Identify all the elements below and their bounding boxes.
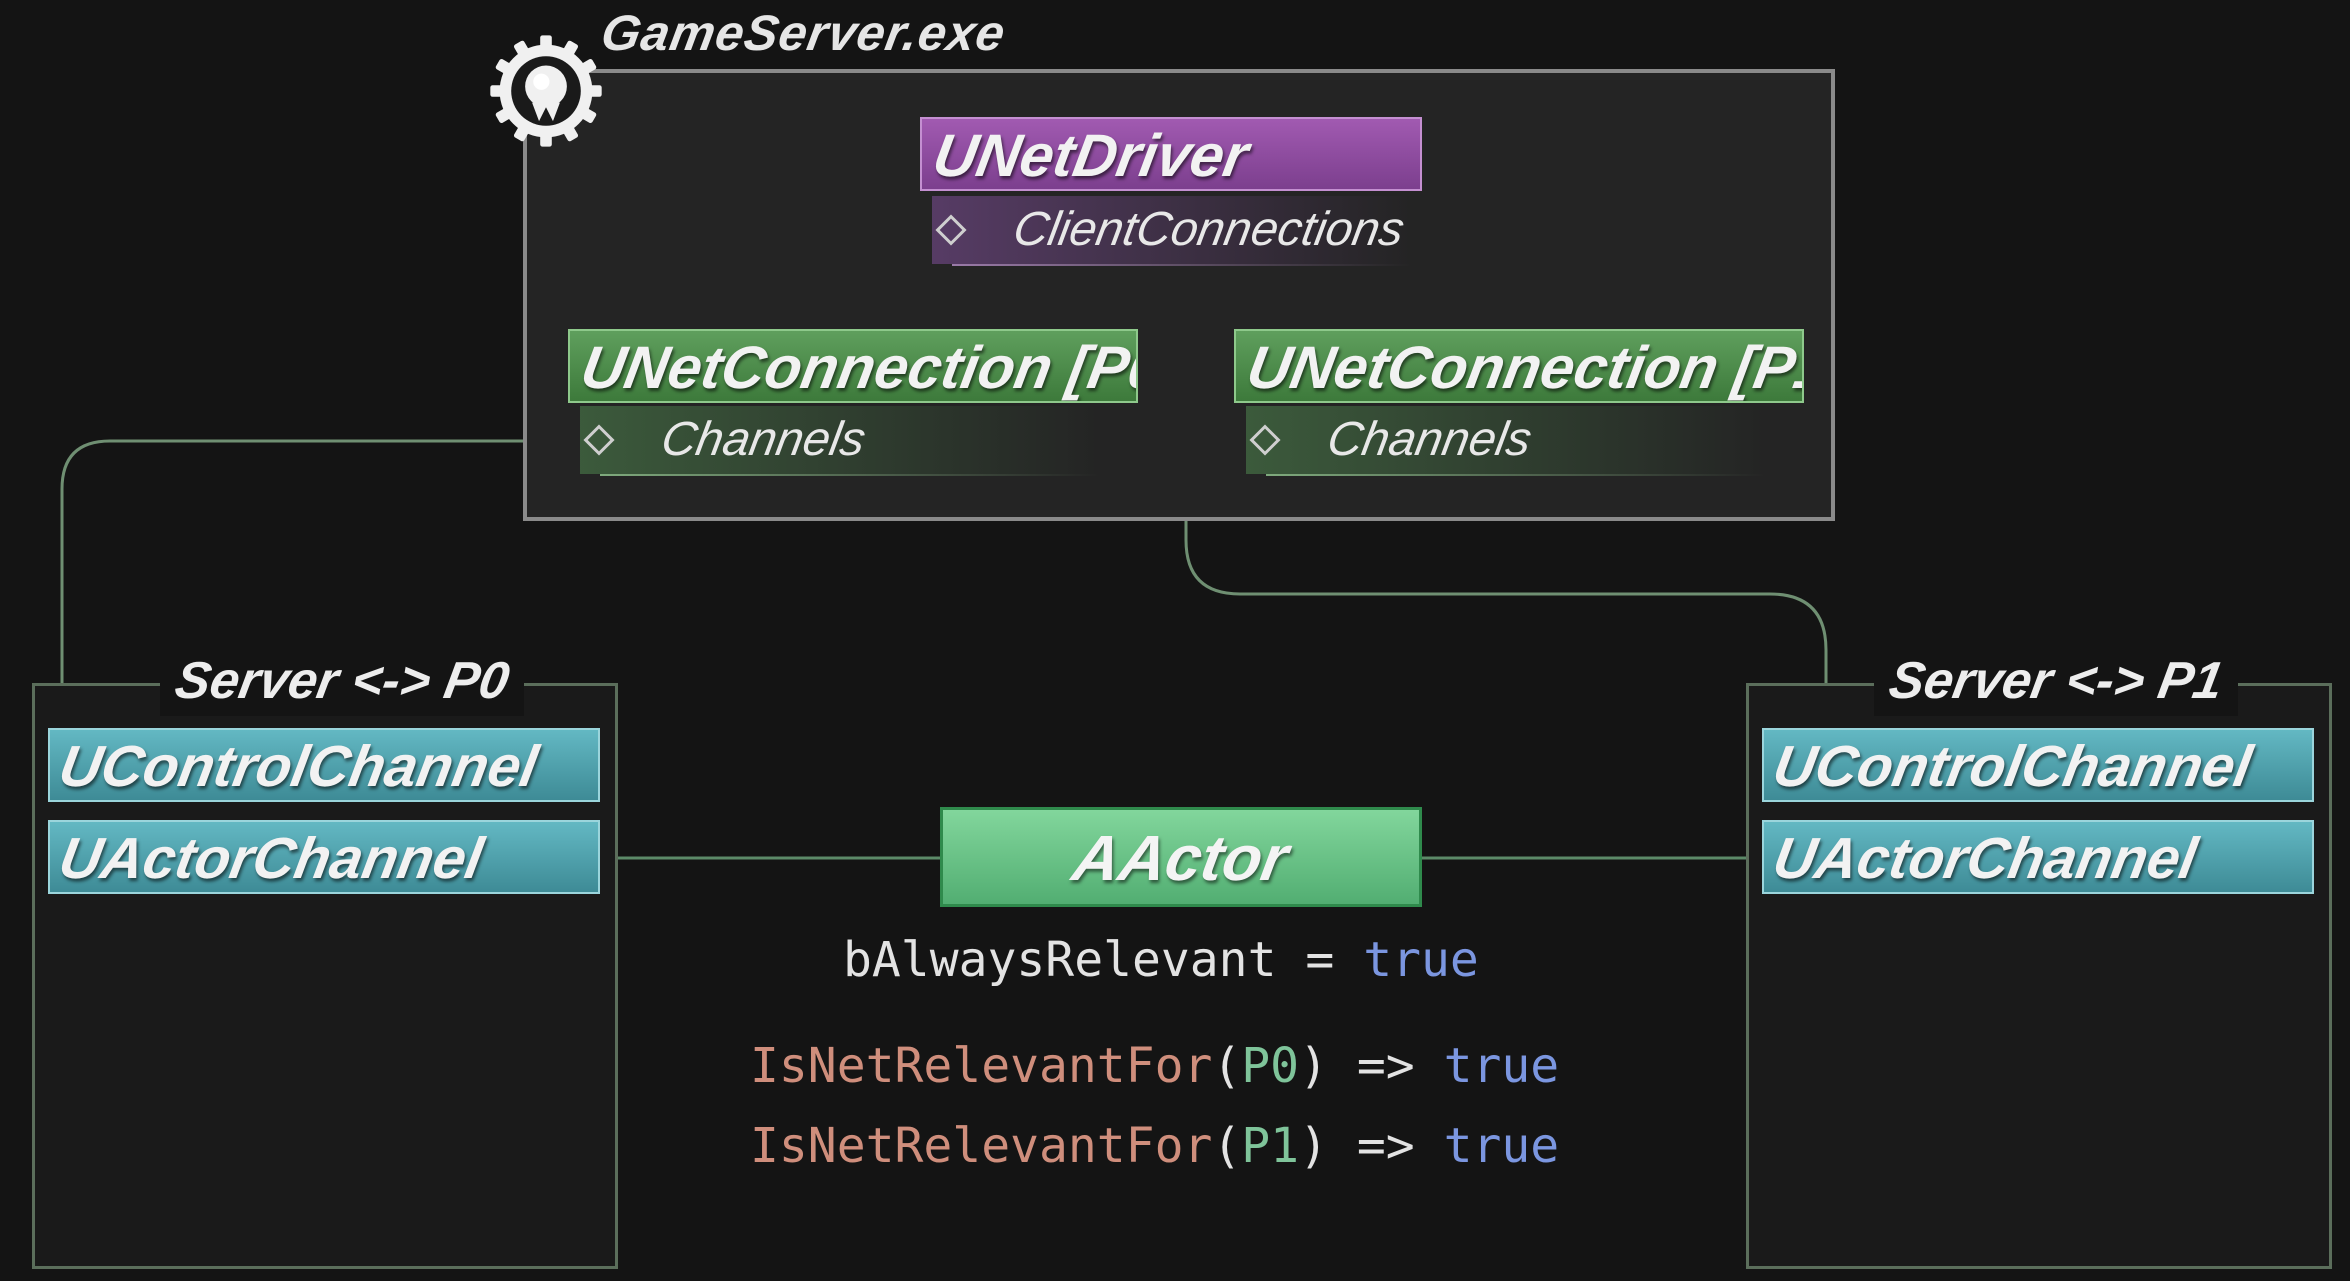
code-paren-close: ) bbox=[1299, 1038, 1328, 1094]
channels-p0-underline bbox=[600, 474, 1100, 476]
net-connection-p0-node[interactable]: UNetConnection [P0] bbox=[568, 329, 1138, 403]
client-connections-pin[interactable]: ClientConnections bbox=[932, 196, 1412, 264]
code-paren-open: ( bbox=[1212, 1118, 1242, 1174]
code-function: IsNetRelevantFor bbox=[750, 1118, 1213, 1174]
channels-pin-p1[interactable]: Channels bbox=[1246, 406, 1766, 474]
server-title: GameServer.exe bbox=[597, 0, 1010, 66]
p1-actor-channel-label: UActorChannel bbox=[1768, 826, 2202, 891]
code-argument: P1 bbox=[1241, 1118, 1300, 1174]
p0-actor-channel-label: UActorChannel bbox=[54, 826, 488, 891]
actor-title: AActor bbox=[1067, 822, 1295, 894]
net-driver-node[interactable]: UNetDriver bbox=[920, 117, 1422, 191]
code-variable: bAlwaysRelevant bbox=[843, 932, 1277, 988]
channels-p0-label: Channels bbox=[657, 413, 870, 466]
code-paren-close: ) bbox=[1299, 1118, 1328, 1174]
net-driver-title: UNetDriver bbox=[928, 122, 1254, 189]
channels-pin-p0[interactable]: Channels bbox=[580, 406, 1100, 474]
code-keyword: true bbox=[1443, 1038, 1560, 1094]
net-connection-p0-title: UNetConnection [P0] bbox=[576, 334, 1138, 401]
net-connection-p1-node[interactable]: UNetConnection [P1] bbox=[1234, 329, 1804, 403]
server-title-text: GameServer.exe bbox=[597, 5, 1011, 61]
code-arrow: => bbox=[1327, 1038, 1444, 1094]
server-p1-panel-title: Server <-> P1 bbox=[1874, 646, 2239, 716]
code-operator: = bbox=[1276, 932, 1364, 988]
code-line-relevant-p0: IsNetRelevantFor(P0) => true bbox=[750, 1034, 1559, 1098]
code-keyword: true bbox=[1363, 932, 1479, 988]
code-keyword: true bbox=[1443, 1118, 1560, 1174]
net-connection-p1-title: UNetConnection [P1] bbox=[1242, 334, 1804, 401]
client-connections-label: ClientConnections bbox=[1009, 203, 1409, 256]
actor-node[interactable]: AActor bbox=[940, 807, 1422, 907]
server-p1-title-text: Server <-> P1 bbox=[1884, 652, 2228, 710]
channels-p1-label: Channels bbox=[1323, 413, 1536, 466]
gear-badge-icon bbox=[490, 35, 602, 147]
code-function: IsNetRelevantFor bbox=[750, 1038, 1213, 1094]
channels-p1-underline bbox=[1266, 474, 1766, 476]
p1-control-channel[interactable]: UControlChannel bbox=[1762, 728, 2314, 802]
p0-control-channel-label: UControlChannel bbox=[54, 734, 543, 799]
code-paren-open: ( bbox=[1212, 1038, 1242, 1094]
p0-control-channel[interactable]: UControlChannel bbox=[48, 728, 600, 802]
p1-control-channel-label: UControlChannel bbox=[1768, 734, 2257, 799]
client-connections-underline bbox=[952, 264, 1412, 266]
server-p0-title-text: Server <-> P0 bbox=[170, 652, 514, 710]
code-arrow: => bbox=[1327, 1118, 1444, 1174]
p0-actor-channel[interactable]: UActorChannel bbox=[48, 820, 600, 894]
code-argument: P0 bbox=[1241, 1038, 1300, 1094]
code-line-always-relevant: bAlwaysRelevant = true bbox=[843, 928, 1479, 992]
p1-actor-channel[interactable]: UActorChannel bbox=[1762, 820, 2314, 894]
server-p0-panel-title: Server <-> P0 bbox=[160, 646, 525, 716]
code-line-relevant-p1: IsNetRelevantFor(P1) => true bbox=[750, 1114, 1559, 1178]
